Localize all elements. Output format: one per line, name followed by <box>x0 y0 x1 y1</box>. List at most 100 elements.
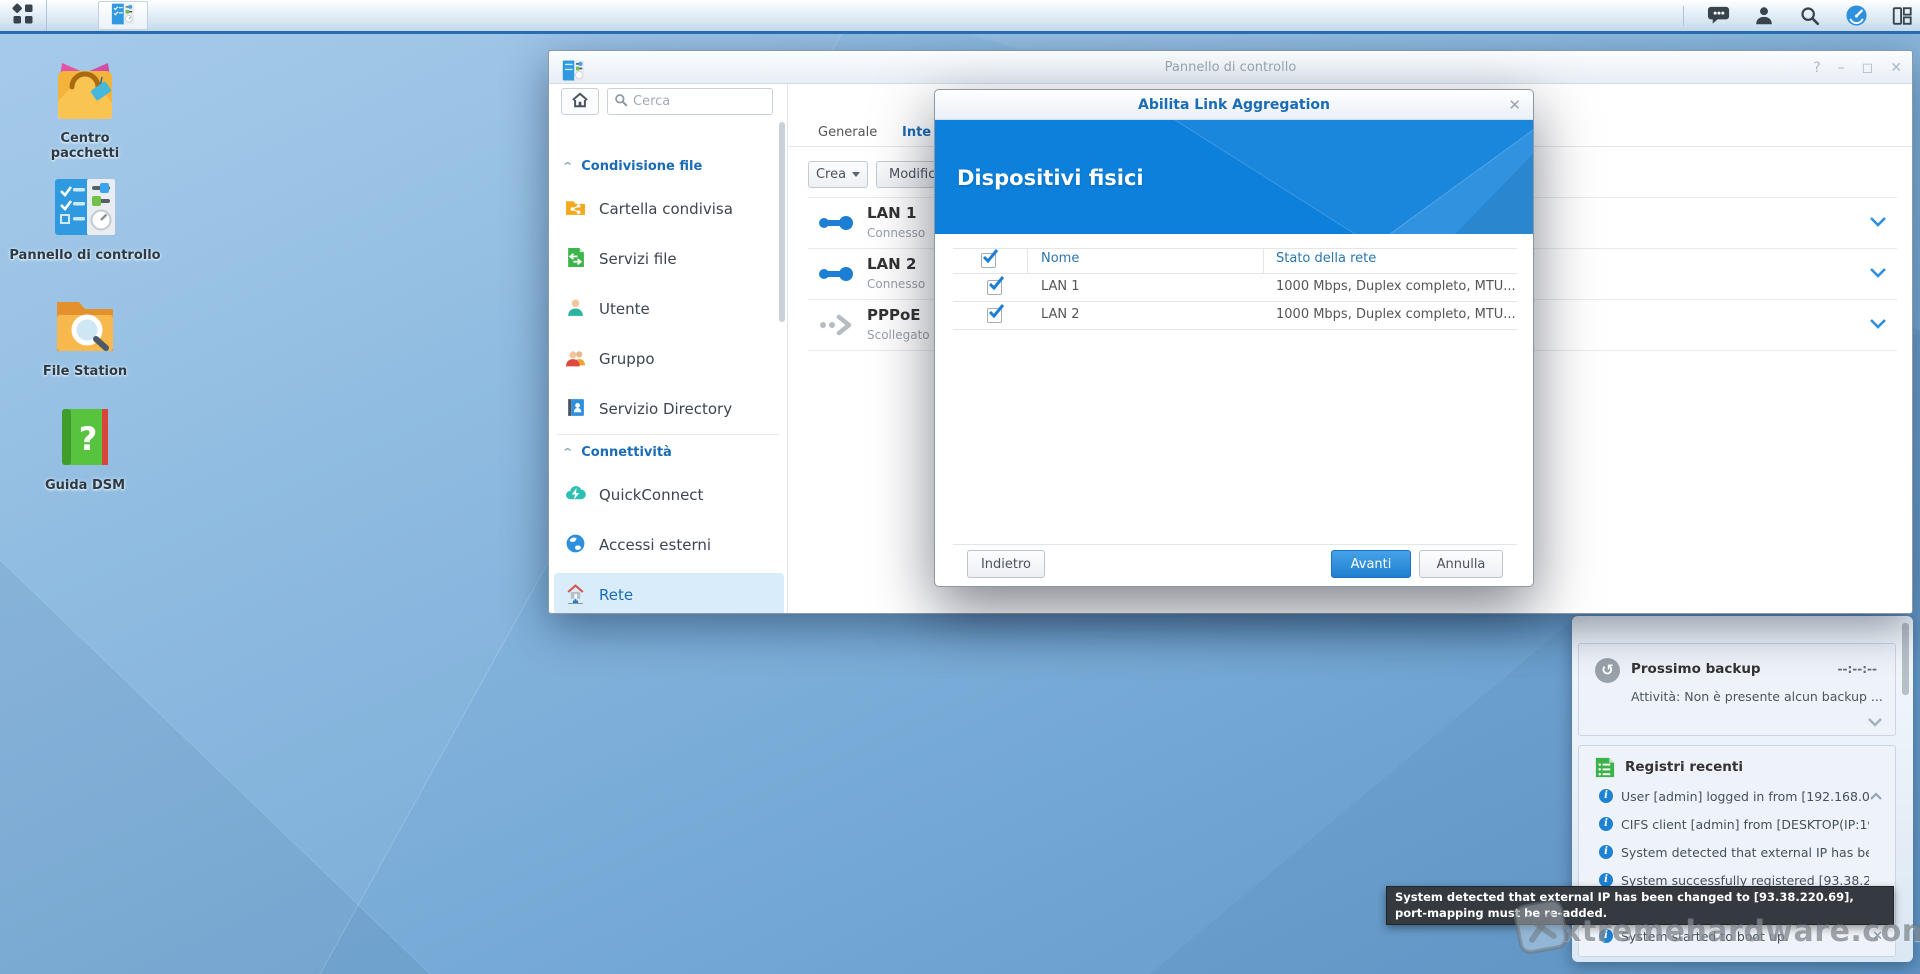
table-border <box>953 329 1517 330</box>
chevron-down-icon[interactable] <box>1867 716 1883 731</box>
interface-status: Connesso <box>867 277 925 291</box>
lan-connected-icon <box>817 263 855 289</box>
sidebar-item-user[interactable]: Utente <box>554 287 784 331</box>
search-input[interactable] <box>633 94 753 109</box>
log-entry-text: CIFS client [admin] from [DESKTOP(IP:19.… <box>1621 817 1869 832</box>
row-checkbox[interactable] <box>987 308 1002 323</box>
sidebar-item-label: Cartella condivisa <box>599 200 733 218</box>
help-button[interactable]: ? <box>1813 60 1820 76</box>
tab-network-interface[interactable]: Inte <box>902 118 931 146</box>
chevron-up-icon[interactable] <box>1869 790 1883 805</box>
widgets-icon[interactable] <box>1890 4 1914 28</box>
control-panel-icon <box>110 1 136 30</box>
info-icon: i <box>1599 789 1613 803</box>
control-panel-icon <box>561 58 586 87</box>
desktop-icon-file-station[interactable]: File Station <box>20 288 150 379</box>
table-border <box>953 248 1517 249</box>
taskbar-control-panel-button[interactable] <box>98 1 148 30</box>
widgets-scrollbar[interactable] <box>1902 623 1909 695</box>
dialog-header[interactable]: Abilita Link Aggregation ✕ <box>935 90 1533 120</box>
taskbar-separator <box>1683 6 1684 26</box>
close-icon[interactable]: ✕ <box>1872 929 1883 944</box>
log-entry[interactable]: i User [admin] logged in from [192.168.0… <box>1579 782 1895 810</box>
dialog-banner: Dispositivi fisici <box>935 120 1533 234</box>
user-icon <box>565 297 586 322</box>
dialog-step-title: Dispositivi fisici <box>957 166 1144 190</box>
create-button[interactable]: Crea <box>808 161 868 188</box>
column-separator <box>1263 249 1264 273</box>
pppoe-disconnected-icon <box>817 314 855 340</box>
backup-activity-text: Attività: Non è presente alcun backup ..… <box>1631 689 1883 704</box>
search-box[interactable] <box>607 88 773 115</box>
chevron-down-icon[interactable] <box>1869 216 1887 231</box>
chevron-down-icon[interactable] <box>1869 318 1887 333</box>
sidebar-item-label: Servizi file <box>599 250 677 268</box>
sidebar-item-label: Gruppo <box>599 350 655 368</box>
sidebar-item-label: QuickConnect <box>599 486 703 504</box>
tab-label: Generale <box>818 125 877 140</box>
backup-next-time: --:--:-- <box>1838 662 1877 676</box>
sidebar-item-shared-folder[interactable]: Cartella condivisa <box>554 187 784 231</box>
close-button[interactable]: ✕ <box>1890 60 1902 76</box>
sidebar-item-external-access[interactable]: Accessi esterni <box>554 523 784 567</box>
sidebar-section-connectivity[interactable]: ⌃ Connettività <box>563 443 672 461</box>
network-icon <box>565 583 586 608</box>
log-entry-text: System started to boot up. <box>1621 929 1869 944</box>
interface-status: Scollegato <box>867 328 930 342</box>
sidebar-item-quickconnect[interactable]: QuickConnect <box>554 473 784 517</box>
table-border <box>953 273 1517 274</box>
desktop-icon-control-panel[interactable]: Pannello di controllo <box>20 172 150 242</box>
control-panel-icon <box>20 172 150 242</box>
file-services-icon <box>565 247 586 272</box>
recent-logs-widget: Registri recenti i User [admin] logged i… <box>1578 745 1896 957</box>
sidebar-item-file-services[interactable]: Servizi file <box>554 237 784 281</box>
log-entry[interactable]: i CIFS client [admin] from [DESKTOP(IP:1… <box>1579 810 1895 838</box>
sidebar-item-network[interactable]: Rete <box>554 573 784 613</box>
package-center-icon <box>20 55 150 125</box>
notifications-icon[interactable] <box>1706 4 1730 28</box>
quickconnect-icon <box>565 483 586 508</box>
minimize-button[interactable]: – <box>1838 60 1845 76</box>
desktop-icon-dsm-help[interactable]: ? Guida DSM <box>20 402 150 493</box>
home-button[interactable] <box>561 88 599 115</box>
sidebar-section-file-sharing[interactable]: ⌃ Condivisione file <box>563 157 702 175</box>
dsm-help-icon: ? <box>20 402 150 472</box>
maximize-button[interactable]: ◻ <box>1862 60 1874 76</box>
user-icon[interactable] <box>1752 4 1776 28</box>
column-header-name[interactable]: Nome <box>1041 251 1079 266</box>
info-icon: i <box>1599 929 1613 943</box>
log-entry[interactable]: i System started to boot up. ✕ <box>1579 922 1895 950</box>
interface-name: LAN 2 <box>867 255 916 273</box>
back-button[interactable]: Indietro <box>967 550 1045 578</box>
resource-monitor-icon[interactable] <box>1844 4 1868 28</box>
chevron-up-icon: ⌃ <box>561 446 574 459</box>
window-titlebar[interactable]: Pannello di controllo ? – ◻ ✕ <box>549 51 1912 84</box>
svg-text:?: ? <box>79 420 98 458</box>
search-icon[interactable] <box>1798 4 1822 28</box>
close-icon[interactable]: ✕ <box>1508 96 1521 114</box>
tab-general[interactable]: Generale <box>818 118 877 146</box>
create-button-label: Crea <box>816 167 846 182</box>
interface-status: Connesso <box>867 226 925 240</box>
select-all-checkbox[interactable] <box>981 253 996 268</box>
interface-name: PPPoE <box>867 306 921 324</box>
log-entry[interactable]: i System detected that external IP has b… <box>1579 838 1895 866</box>
sidebar-item-directory-service[interactable]: Servizio Directory <box>554 387 784 431</box>
cancel-button[interactable]: Annulla <box>1419 550 1503 578</box>
next-button[interactable]: Avanti <box>1331 550 1411 578</box>
chevron-down-icon[interactable] <box>1869 267 1887 282</box>
search-icon <box>614 93 628 111</box>
footer-divider <box>953 544 1517 545</box>
main-menu-button[interactable] <box>0 0 47 31</box>
log-tooltip: System detected that external IP has bee… <box>1386 886 1894 925</box>
row-checkbox[interactable] <box>987 280 1002 295</box>
column-header-network-status[interactable]: Stato della rete <box>1276 251 1376 266</box>
dialog-title: Abilita Link Aggregation <box>935 97 1533 113</box>
cell-status: 1000 Mbps, Duplex completo, MTU... <box>1276 307 1516 322</box>
app-grid-icon <box>11 2 35 29</box>
column-separator <box>1027 249 1028 273</box>
table-border <box>953 301 1517 302</box>
sidebar-item-group[interactable]: Gruppo <box>554 337 784 381</box>
tab-label: Inte <box>902 125 931 140</box>
desktop-icon-package-center[interactable]: Centro pacchetti <box>20 55 150 161</box>
